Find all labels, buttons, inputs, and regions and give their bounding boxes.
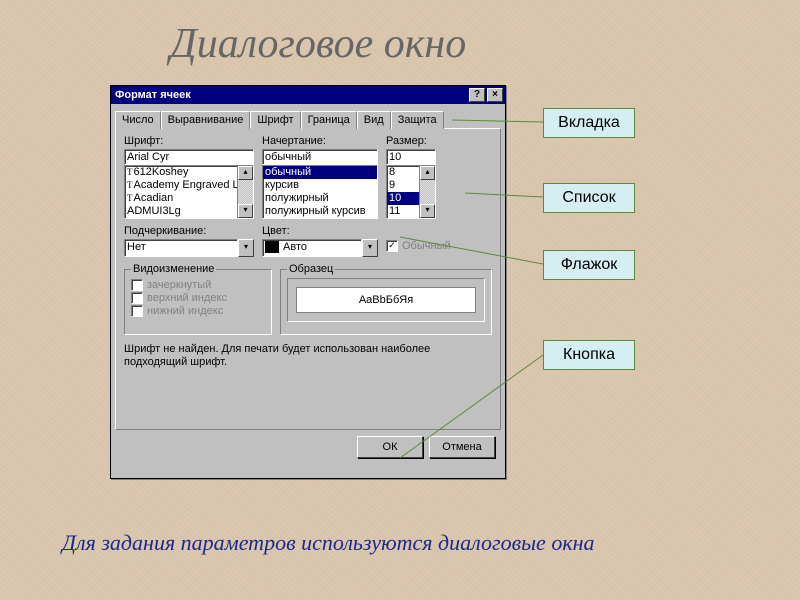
tab-protection[interactable]: Защита (391, 111, 444, 129)
scrollbar[interactable]: ▴ ▾ (237, 166, 253, 218)
checkbox-icon[interactable] (131, 292, 143, 304)
subscript-checkbox[interactable]: нижний индекс (131, 305, 265, 317)
subscript-label: нижний индекс (147, 305, 223, 317)
style-item[interactable]: полужирный курсив (263, 205, 377, 218)
dialog-title: Формат ячеек (115, 89, 191, 101)
size-listbox[interactable]: 8 9 10 11 ▴ ▾ (386, 165, 436, 219)
effects-legend: Видоизменение (131, 263, 216, 275)
callout-tab: Вкладка (543, 108, 635, 138)
preview-box: AaBbБбЯя (287, 278, 485, 322)
normal-label: Обычный (402, 240, 451, 252)
style-input[interactable]: обычный (262, 149, 378, 165)
style-item[interactable]: обычный (263, 166, 377, 179)
font-label: Шрифт: (124, 135, 254, 147)
strike-label: зачеркнутый (147, 279, 211, 291)
normal-checkbox[interactable]: ✓ Обычный (386, 240, 486, 252)
superscript-checkbox[interactable]: верхний индекс (131, 292, 265, 304)
scroll-up-icon[interactable]: ▴ (420, 166, 435, 180)
titlebar[interactable]: Формат ячеек ? × (111, 86, 505, 104)
style-item[interactable]: курсив (263, 179, 377, 192)
font-item[interactable]: Academy Engraved LET (134, 179, 253, 191)
color-combo[interactable]: Авто ▾ (262, 239, 378, 257)
font-item[interactable]: 612Koshey (134, 166, 189, 178)
tab-alignment[interactable]: Выравнивание (161, 111, 251, 129)
size-input[interactable]: 10 (386, 149, 436, 165)
ok-button[interactable]: ОК (357, 436, 423, 458)
checkbox-icon[interactable]: ✓ (386, 240, 398, 252)
callout-checkbox: Флажок (543, 250, 635, 280)
font-item[interactable]: ADMUI3Lg (127, 205, 181, 217)
tab-number[interactable]: Число (115, 111, 161, 129)
scroll-down-icon[interactable]: ▾ (238, 204, 253, 218)
tabstrip: Число Выравнивание Шрифт Граница Вид Защ… (115, 110, 501, 128)
scrollbar[interactable]: ▴ ▾ (419, 166, 435, 218)
color-value: Авто (262, 239, 362, 257)
chevron-down-icon[interactable]: ▾ (362, 239, 378, 257)
preview-text: AaBbБбЯя (296, 287, 476, 313)
style-label: Начертание: (262, 135, 378, 147)
tab-border[interactable]: Граница (301, 111, 357, 129)
dialog-buttons: ОК Отмена (111, 430, 505, 464)
scroll-down-icon[interactable]: ▾ (420, 204, 435, 218)
footer-text: Для задания параметров используются диал… (62, 530, 595, 556)
checkbox-icon[interactable] (131, 279, 143, 291)
close-icon[interactable]: × (487, 88, 503, 102)
slide-title: Диалоговое окно (170, 20, 466, 68)
tab-panel: Шрифт: Arial Cyr T612Koshey TAcademy Eng… (115, 128, 501, 430)
strike-checkbox[interactable]: зачеркнутый (131, 279, 265, 291)
chevron-down-icon[interactable]: ▾ (238, 239, 254, 257)
effects-group: Видоизменение зачеркнутый верхний индекс… (124, 269, 272, 335)
font-input[interactable]: Arial Cyr (124, 149, 254, 165)
underline-label: Подчеркивание: (124, 225, 254, 237)
dialog-window: Формат ячеек ? × Число Выравнивание Шриф… (110, 85, 506, 479)
color-swatch (265, 241, 279, 253)
underline-combo[interactable]: Нет ▾ (124, 239, 254, 257)
tab-font[interactable]: Шрифт (250, 111, 300, 129)
tab-view[interactable]: Вид (357, 111, 391, 129)
callout-button: Кнопка (543, 340, 635, 370)
font-note: Шрифт не найден. Для печати будет исполь… (124, 343, 492, 369)
font-item[interactable]: Acadian (134, 192, 174, 204)
checkbox-icon[interactable] (131, 305, 143, 317)
style-item[interactable]: полужирный (263, 192, 377, 205)
underline-value: Нет (124, 239, 238, 257)
scroll-up-icon[interactable]: ▴ (238, 166, 253, 180)
superscript-label: верхний индекс (147, 292, 227, 304)
help-icon[interactable]: ? (469, 88, 485, 102)
preview-legend: Образец (287, 263, 335, 275)
color-label: Цвет: (262, 225, 378, 237)
font-listbox[interactable]: T612Koshey TAcademy Engraved LET TAcadia… (124, 165, 254, 219)
callout-list: Список (543, 183, 635, 213)
size-label: Размер: (386, 135, 436, 147)
style-listbox[interactable]: обычный курсив полужирный полужирный кур… (262, 165, 378, 219)
cancel-button[interactable]: Отмена (429, 436, 495, 458)
preview-group: Образец AaBbБбЯя (280, 269, 492, 335)
